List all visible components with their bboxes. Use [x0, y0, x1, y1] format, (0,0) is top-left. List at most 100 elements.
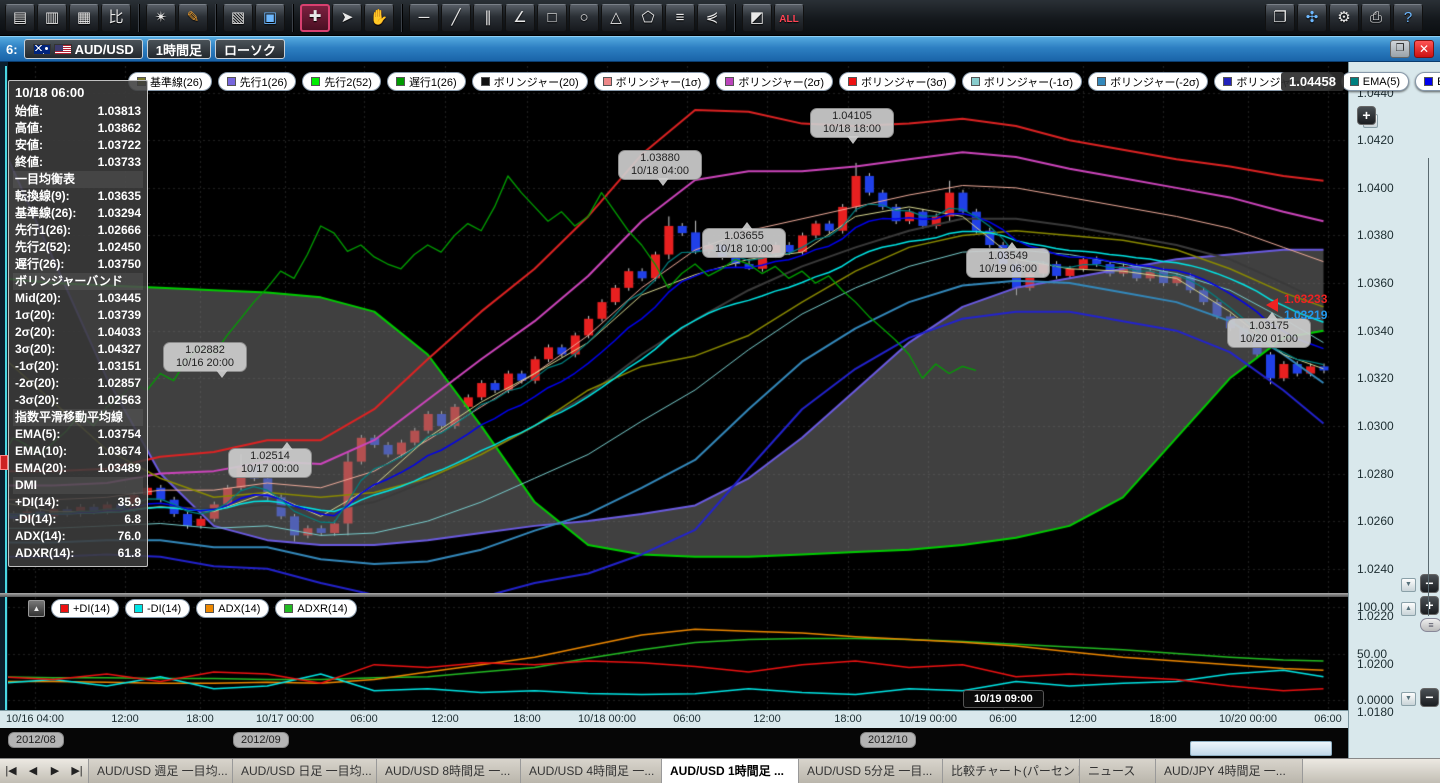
price-axis-panel: 1.04401.04201.04001.03801.03601.03401.03…	[1348, 62, 1440, 758]
history-minimap[interactable]: 2012/082012/092012/10	[0, 728, 1348, 758]
help-icon[interactable]: ?	[1393, 4, 1423, 32]
close-window-button[interactable]: ✕	[1414, 40, 1434, 58]
data-panel-row: ADXR(14):61.8	[13, 545, 143, 562]
main-price-chart[interactable]	[8, 66, 1348, 593]
horizontal-line-icon[interactable]: ─	[409, 4, 439, 32]
eraser-icon[interactable]: ◩	[742, 4, 772, 32]
timeframe-button[interactable]: 1時間足	[147, 39, 211, 59]
fullscreen-icon[interactable]: ✣	[1297, 4, 1327, 32]
compare-icon[interactable]: 比	[101, 4, 131, 32]
restore-window-button[interactable]: ❐	[1390, 40, 1410, 58]
data-panel-row: 終値:1.03733	[13, 154, 143, 171]
circle-icon[interactable]: ○	[569, 4, 599, 32]
save-icon[interactable]: ▣	[255, 4, 285, 32]
template-settings-icon[interactable]: ▧	[223, 4, 253, 32]
tab-nav-button[interactable]: ▶	[44, 759, 66, 783]
windows-icon[interactable]: ❐	[1265, 4, 1295, 32]
hand-icon[interactable]: ✋	[364, 4, 394, 32]
price-axis-label: 1.0400	[1357, 181, 1394, 195]
draw-pencil-icon[interactable]: ✎	[178, 4, 208, 32]
fibonacci-icon[interactable]: ≡	[665, 4, 695, 32]
zoom-in-button[interactable]: +	[1357, 106, 1376, 125]
chart-list-icon[interactable]: ▤	[5, 4, 35, 32]
dmi-legend-button[interactable]: -DI(14)	[125, 599, 190, 618]
settings-gear-icon[interactable]: ⚙	[1329, 4, 1359, 32]
time-axis-label: 06:00	[989, 713, 1017, 725]
chart-tab[interactable]: AUD/USD 5分足 一目...	[798, 759, 943, 783]
price-annotation-bubble: 1.0251410/17 00:00	[228, 448, 312, 478]
main-toolbar: ▤▥▦比 ✴✎ ▧▣ ✚➤✋ ─╱∥∠□○△⬠≡⋞ ◩ALL ❐✣⚙⎙?	[0, 0, 1440, 36]
data-panel-row: 転換線(9):1.03635	[13, 188, 143, 205]
indicator-button[interactable]: EMA(10)	[1415, 72, 1440, 91]
chart-tab[interactable]: AUD/USD 4時間足 一...	[520, 759, 662, 783]
new-chart-icon[interactable]: ▥	[37, 4, 67, 32]
data-panel-row: EMA(10):1.03674	[13, 443, 143, 460]
indicator-button[interactable]: ボリンジャー(1σ)	[594, 72, 711, 91]
chart-tab[interactable]: AUD/USD 週足 一目均...	[88, 759, 233, 783]
tab-nav-button[interactable]: ▶|	[66, 759, 88, 783]
trading-app-window: ▤▥▦比✴✎▧▣✚➤✋─╱∥∠□○△⬠≡⋞◩ALL❐✣⚙⎙? 6: AUD/US…	[0, 0, 1440, 783]
fan-lines-icon[interactable]: ⋞	[697, 4, 727, 32]
time-axis-label: 12:00	[753, 713, 781, 725]
chart-tab[interactable]: 比較チャート(パーセント...	[942, 759, 1080, 783]
currency-pair-badge[interactable]: AUD/USD	[24, 39, 143, 59]
tab-nav-button[interactable]: ◀	[22, 759, 44, 783]
polygon-icon[interactable]: ⬠	[633, 4, 663, 32]
time-axis-label: 06:00	[673, 713, 701, 725]
sub-zoom-in-button[interactable]: +	[1420, 596, 1439, 615]
indicator-button[interactable]: ボリンジャー(2σ)	[716, 72, 833, 91]
indicator-button[interactable]: 先行1(26)	[218, 72, 297, 91]
chart-tab[interactable]: AUD/USD 日足 一目均...	[232, 759, 377, 783]
triangle-icon[interactable]: △	[601, 4, 631, 32]
cursor-price-badge: 1.04458	[1281, 72, 1344, 91]
time-axis: 10/16 04:0012:0018:0010/17 00:0006:0012:…	[0, 710, 1348, 728]
data-panel-row: -1σ(20):1.03151	[13, 358, 143, 375]
sub-scroll-up-button[interactable]: ▲	[1401, 602, 1416, 616]
print-icon[interactable]: ⎙	[1361, 4, 1391, 32]
dmi-legend-button[interactable]: +DI(14)	[51, 599, 119, 618]
data-panel-row: 1σ(20):1.03739	[13, 307, 143, 324]
sub-scroll-down-button[interactable]: ▼	[1401, 692, 1416, 706]
indicator-button[interactable]: 遅行1(26)	[387, 72, 466, 91]
chart-type-button[interactable]: ローソク	[215, 39, 285, 59]
dmi-legend-button[interactable]: ADXR(14)	[275, 599, 356, 618]
rectangle-icon[interactable]: □	[537, 4, 567, 32]
time-axis-label: 10/19 00:00	[899, 713, 957, 725]
splitter-handle[interactable]: ≡	[1420, 618, 1440, 632]
indicator-button[interactable]: ボリンジャー(-2σ)	[1088, 72, 1208, 91]
collapse-panel-button[interactable]: ▲	[28, 600, 45, 617]
chart-tab[interactable]: AUD/USD 8時間足 一...	[376, 759, 521, 783]
axis-scrollbar-track[interactable]	[1428, 158, 1429, 616]
dmi-legend-button[interactable]: ADX(14)	[196, 599, 269, 618]
tab-nav-button[interactable]: |◀	[0, 759, 22, 783]
indicator-button[interactable]: ボリンジャー(-1σ)	[962, 72, 1082, 91]
crosshair-icon[interactable]: ✚	[300, 4, 330, 32]
minimap-scrollbar-thumb[interactable]	[1190, 741, 1332, 756]
time-axis-label: 18:00	[834, 713, 862, 725]
scroll-down-button[interactable]: ▼	[1401, 578, 1416, 592]
angle-line-icon[interactable]: ∠	[505, 4, 535, 32]
time-axis-label: 18:00	[513, 713, 541, 725]
chart-tab[interactable]: AUD/JPY 4時間足 一...	[1155, 759, 1303, 783]
parallel-lines-icon[interactable]: ∥	[473, 4, 503, 32]
erase-all-icon[interactable]: ALL	[774, 4, 804, 32]
time-axis-label: 12:00	[1069, 713, 1097, 725]
data-panel-row: 2σ(20):1.04033	[13, 324, 143, 341]
sub-axis-label: 0.0000	[1357, 693, 1394, 707]
chart-tab[interactable]: AUD/USD 1時間足 ...	[661, 759, 799, 783]
indicator-button[interactable]: ボリンジャー(3σ)	[839, 72, 956, 91]
indicator-button[interactable]: EMA(5)	[1341, 72, 1409, 91]
zoom-out-button[interactable]: −	[1420, 574, 1439, 593]
price-annotation-bubble: 1.0410510/18 18:00	[810, 108, 894, 138]
indicator-button[interactable]: 先行2(52)	[302, 72, 381, 91]
left-edge-marker	[0, 455, 8, 470]
data-panel-date: 10/18 06:00	[13, 83, 143, 103]
indicator-button[interactable]: ボリンジャー(20)	[472, 72, 588, 91]
pointer-icon[interactable]: ➤	[332, 4, 362, 32]
trend-line-icon[interactable]: ╱	[441, 4, 471, 32]
chart-tab[interactable]: ニュース	[1079, 759, 1156, 783]
sub-zoom-out-button[interactable]: −	[1420, 688, 1439, 707]
data-panel-row: 3σ(20):1.04327	[13, 341, 143, 358]
indicator-settings-icon[interactable]: ✴	[146, 4, 176, 32]
calendar-icon[interactable]: ▦	[69, 4, 99, 32]
